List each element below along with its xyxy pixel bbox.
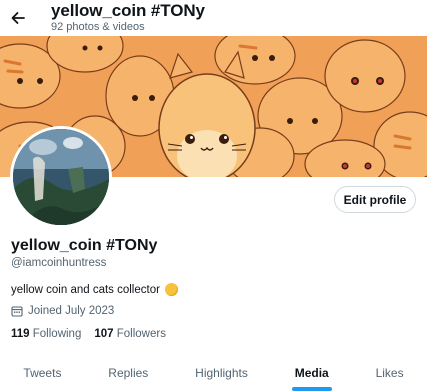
bio-text: yellow coin and cats collector (11, 283, 160, 296)
active-tab-indicator (291, 387, 332, 391)
tab-label: Highlights (195, 365, 248, 380)
profile-bio: yellow coin and cats collector (11, 283, 178, 296)
calendar-icon (11, 306, 23, 317)
avatar[interactable] (10, 126, 112, 228)
header-title: yellow_coin #TONy (51, 1, 205, 20)
tab-label: Media (294, 365, 329, 380)
tab-likes[interactable]: Likes (352, 354, 427, 391)
tab-replies[interactable]: Replies (85, 354, 172, 391)
following-link[interactable]: 119 Following (11, 328, 81, 340)
profile-page: yellow_coin #TONy 92 photos & videos Edi… (0, 0, 427, 391)
tab-media[interactable]: Media (271, 354, 352, 391)
joined-text: Joined July 2023 (28, 305, 115, 317)
yellow-coin-icon (164, 283, 178, 296)
back-button[interactable] (4, 4, 32, 32)
joined-date: Joined July 2023 (11, 305, 114, 317)
tab-tweets[interactable]: Tweets (0, 354, 85, 391)
followers-label: Followers (116, 328, 166, 340)
profile-handle: @iamcoinhuntress (11, 257, 107, 269)
tab-label: Likes (375, 365, 404, 380)
top-bar: yellow_coin #TONy 92 photos & videos (0, 0, 427, 36)
profile-tabs: Tweets Replies Highlights Media Likes (0, 354, 427, 391)
back-arrow-icon (11, 12, 25, 24)
followers-link[interactable]: 107 Followers (94, 328, 166, 340)
edit-profile-button[interactable]: Edit profile (334, 186, 416, 213)
header-subtitle: 92 photos & videos (51, 21, 145, 33)
tab-highlights[interactable]: Highlights (172, 354, 272, 391)
tab-label: Tweets (23, 365, 62, 380)
following-label: Following (32, 328, 82, 340)
avatar-photo-icon (13, 129, 109, 225)
following-count: 119 (11, 328, 30, 340)
followers-count: 107 (94, 328, 114, 340)
tab-label: Replies (108, 365, 149, 380)
follow-stats: 119 Following 107 Followers (11, 328, 179, 340)
profile-name: yellow_coin #TONy (11, 237, 158, 254)
